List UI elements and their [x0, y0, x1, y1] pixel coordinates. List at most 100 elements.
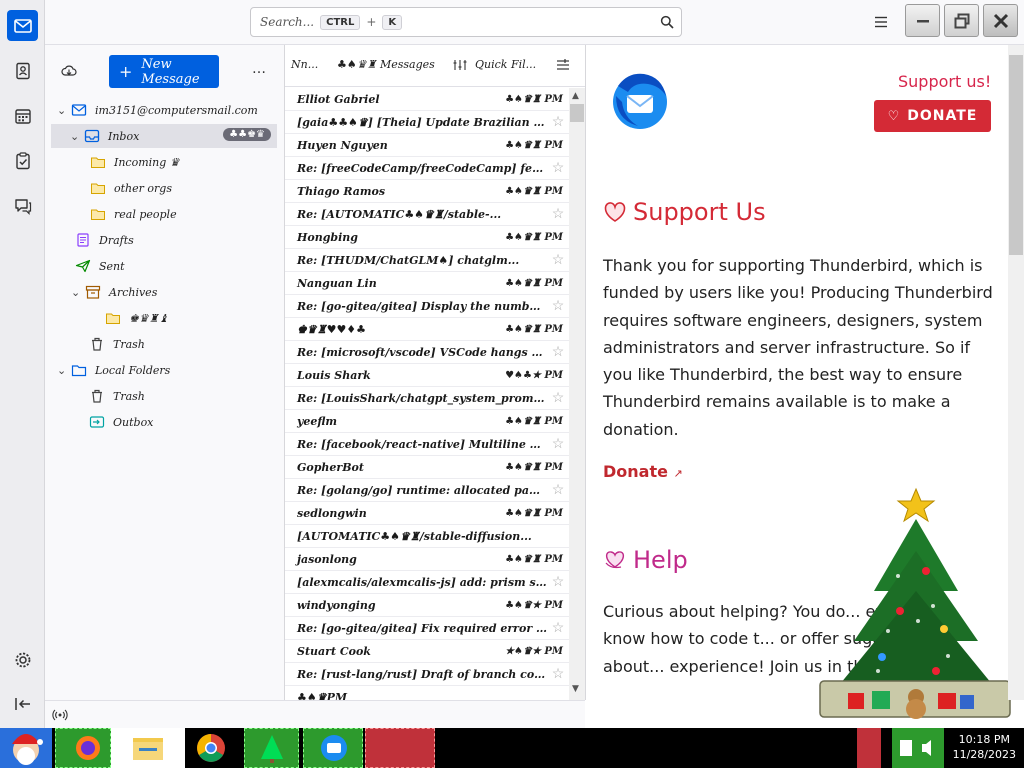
donate-button[interactable]: ♡ DONATE — [874, 100, 991, 132]
taskbar-file-explorer[interactable] — [111, 728, 185, 768]
chevron-down-icon[interactable]: ⌄ — [57, 364, 71, 377]
minimize-button[interactable] — [905, 4, 940, 37]
taskbar-app-red[interactable] — [365, 728, 435, 768]
message-row[interactable]: [gaia♣♣♠♛] [Theia] Update Brazilian Po..… — [285, 111, 569, 134]
account-row[interactable]: ⌄ im3151@computersmail.com — [57, 98, 258, 122]
folder-trash[interactable]: Trash — [89, 332, 145, 356]
tray-icons[interactable] — [892, 728, 944, 768]
chevron-down-icon[interactable]: ⌄ — [70, 130, 84, 143]
message-row[interactable]: Re: [go-gitea/gitea] Display the number … — [285, 295, 569, 318]
message-row[interactable]: Re: [THUDM/ChatGLM♠] chatglm... ☆ — [285, 249, 569, 272]
local-folders-row[interactable]: ⌄ Local Folders — [57, 358, 170, 382]
message-text: Re: [LouisShark/chatgpt_system_prompt]..… — [297, 391, 547, 405]
folder-label: Local Folders — [95, 363, 171, 377]
message-row[interactable]: Hongbing ♣♠♛♜ PM — [285, 226, 569, 249]
star-icon[interactable]: ☆ — [547, 160, 569, 176]
message-row[interactable]: Re: [golang/go] runtime: allocated pages… — [285, 479, 569, 502]
quick-filter-button[interactable]: Quick Fil... — [475, 58, 536, 71]
settings-button[interactable] — [7, 644, 38, 675]
star-icon[interactable]: ☆ — [547, 620, 569, 636]
message-row[interactable]: Re: [facebook/react-native] Multiline Te… — [285, 433, 569, 456]
star-icon[interactable]: ☆ — [547, 574, 569, 590]
support-heading-text: Support Us — [633, 198, 766, 226]
address-book-button[interactable] — [7, 55, 38, 86]
taskbar-thunderbird[interactable] — [303, 728, 363, 768]
local-folder-trash[interactable]: Trash — [89, 384, 145, 408]
message-row[interactable]: ♣♠♛PM — [285, 686, 569, 701]
taskbar-chrome[interactable] — [189, 728, 233, 768]
quick-filter-icon[interactable] — [453, 59, 467, 71]
chevron-down-icon[interactable]: ⌄ — [57, 104, 71, 117]
message-list-scrollbar[interactable]: ▲ ▼ — [569, 88, 585, 700]
message-row[interactable]: Louis Shark ♥♠♣★ PM — [285, 364, 569, 387]
message-row[interactable]: [alexmcalis/alexmcalis-js] add: prism su… — [285, 571, 569, 594]
message-row[interactable]: Re: [LouisShark/chatgpt_system_prompt]..… — [285, 387, 569, 410]
star-icon[interactable]: ☆ — [547, 666, 569, 682]
collapse-toolbar-button[interactable] — [7, 688, 38, 719]
folder-drafts[interactable]: Drafts — [75, 228, 134, 252]
support-us-link[interactable]: Support us! — [898, 72, 991, 91]
message-row[interactable]: ♚♛♜♥♥♦♣ ♣♠♛♜ PM — [285, 318, 569, 341]
message-row[interactable]: Re: [rust-lang/rust] Draft of branch cov… — [285, 663, 569, 686]
folder-archive-year[interactable]: ♚♛♜♝ — [105, 306, 168, 330]
start-button[interactable] — [0, 728, 52, 768]
folder-archives[interactable]: ⌄ Archives — [71, 280, 157, 304]
chevron-down-icon[interactable]: ⌄ — [71, 286, 85, 299]
message-row[interactable]: Huyen Nguyen ♣♠♛♜ PM — [285, 134, 569, 157]
mail-space-button[interactable] — [7, 10, 38, 41]
star-icon[interactable]: ☆ — [547, 206, 569, 222]
message-row[interactable]: Elliot Gabriel ♣♠♛♜ PM — [285, 88, 569, 111]
message-row[interactable]: windyonging ♣♠♛★ PM — [285, 594, 569, 617]
message-row[interactable]: Re: [go-gitea/gitea] Fix required error … — [285, 617, 569, 640]
message-row[interactable]: GopherBot ♣♠♛♜ PM — [285, 456, 569, 479]
get-messages-icon[interactable] — [61, 64, 77, 78]
message-row[interactable]: Re: [microsoft/vscode] VSCode hangs whe.… — [285, 341, 569, 364]
star-icon[interactable]: ☆ — [547, 482, 569, 498]
folder-incoming[interactable]: Incoming ♛ — [90, 150, 180, 174]
tray-flag[interactable] — [857, 728, 881, 768]
content-scrollbar[interactable] — [1008, 45, 1024, 700]
chat-icon — [14, 198, 31, 215]
message-row[interactable]: Stuart Cook ★♠♛★ PM — [285, 640, 569, 663]
search-icon[interactable] — [660, 15, 674, 29]
star-icon[interactable]: ☆ — [547, 344, 569, 360]
scroll-down-arrow[interactable]: ▼ — [572, 684, 579, 694]
local-folder-outbox[interactable]: Outbox — [89, 410, 153, 434]
close-button[interactable] — [983, 4, 1018, 37]
restore-button[interactable] — [944, 4, 979, 37]
app-menu-icon[interactable] — [872, 13, 890, 31]
taskbar-christmas-tree[interactable] — [244, 728, 299, 768]
taskbar-firefox[interactable] — [55, 728, 111, 768]
message-row[interactable]: sedlongwin ♣♠♛♜ PM — [285, 502, 569, 525]
message-row[interactable]: Re: [AUTOMATIC♣♠♛♜/stable-... ☆ — [285, 203, 569, 226]
star-icon[interactable]: ☆ — [547, 114, 569, 130]
folder-real-people[interactable]: real people — [90, 202, 177, 226]
message-row[interactable]: yeeflm ♣♠♛♜ PM — [285, 410, 569, 433]
chat-button[interactable] — [7, 190, 38, 221]
message-row[interactable]: [AUTOMATIC♣♠♛♜/stable-diffusion... — [285, 525, 569, 548]
online-status-icon[interactable] — [52, 708, 68, 722]
new-message-button[interactable]: + New Message — [109, 55, 219, 88]
scroll-thumb[interactable] — [570, 104, 584, 122]
folder-pane-more-button[interactable]: … — [252, 61, 266, 77]
message-text: Huyen Nguyen — [297, 138, 388, 152]
star-icon[interactable]: ☆ — [547, 298, 569, 314]
search-bar[interactable]: Search... CTRL + K — [250, 7, 682, 37]
scroll-up-arrow[interactable]: ▲ — [572, 91, 579, 101]
tasks-button[interactable] — [7, 145, 38, 176]
folder-other-orgs[interactable]: other orgs — [90, 176, 172, 200]
star-icon[interactable]: ☆ — [547, 436, 569, 452]
folder-sent[interactable]: Sent — [75, 254, 125, 278]
message-row[interactable]: Re: [freeCodeCamp/freeCodeCamp] feat(cu.… — [285, 157, 569, 180]
message-row[interactable]: jasonlong ♣♠♛♜ PM — [285, 548, 569, 571]
display-options-icon[interactable] — [556, 59, 570, 71]
system-clock[interactable]: 10:18 PM 11/28/2023 — [953, 732, 1016, 762]
star-icon[interactable]: ☆ — [547, 252, 569, 268]
folder-inbox[interactable]: ⌄ Inbox ♣♣♚♛ — [51, 124, 277, 148]
calendar-button[interactable] — [7, 100, 38, 131]
donate-link[interactable]: Donate ↗ — [603, 462, 683, 481]
content-scroll-thumb[interactable] — [1009, 55, 1023, 255]
message-row[interactable]: Thiago Ramos ♣♠♛♜ PM — [285, 180, 569, 203]
message-row[interactable]: Nanguan Lin ♣♠♛♜ PM — [285, 272, 569, 295]
star-icon[interactable]: ☆ — [547, 390, 569, 406]
